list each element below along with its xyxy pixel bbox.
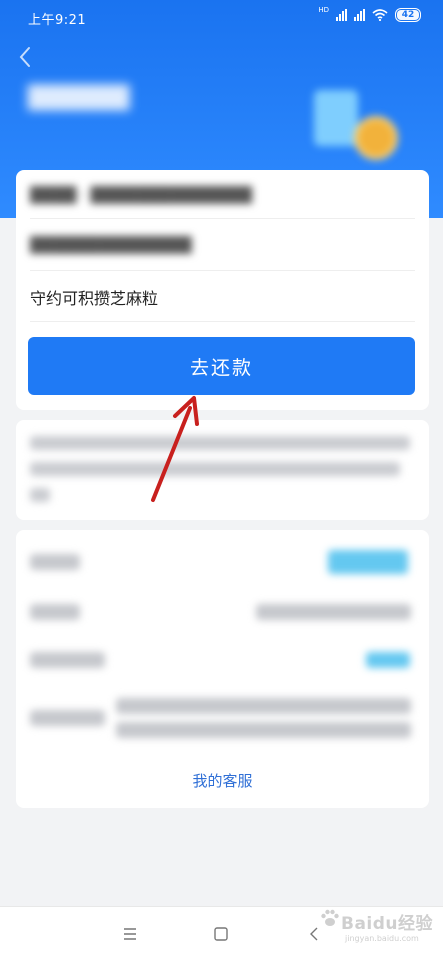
- details-card: 我的客服: [16, 530, 429, 808]
- notice-line: [30, 436, 410, 450]
- notice-card: [16, 420, 429, 520]
- signal-icon-2: [354, 9, 365, 21]
- illustration-card: [314, 90, 358, 146]
- detail-label: [30, 554, 80, 570]
- detail-value: [256, 604, 411, 620]
- paw-icon: [321, 909, 339, 926]
- watermark-text: Baidu经验: [341, 914, 434, 934]
- detail-label: [30, 652, 105, 668]
- notice-line: [30, 462, 400, 476]
- detail-value: [116, 698, 411, 714]
- notice-line: [30, 488, 50, 502]
- divider: [30, 218, 415, 219]
- detail-label: [30, 710, 105, 726]
- detail-label: [30, 604, 80, 620]
- header-illustration: [306, 82, 398, 162]
- customer-service-link[interactable]: 我的客服: [16, 770, 429, 791]
- back-arrow-icon[interactable]: [14, 42, 36, 72]
- detail-value: [116, 722, 411, 738]
- divider: [30, 270, 415, 271]
- wifi-icon: [372, 9, 388, 21]
- repay-button[interactable]: 去还款: [28, 337, 415, 395]
- illustration-coin: [354, 116, 398, 160]
- status-time: 上午9:21: [28, 13, 87, 28]
- status-bar: 上午9:21 HD 42: [0, 0, 443, 34]
- status-icons: HD 42: [318, 5, 421, 22]
- detail-value: [328, 550, 408, 574]
- watermark-url: jingyan.baidu.com: [345, 934, 419, 943]
- hd-network-label: HD: [318, 5, 329, 14]
- annotation-arrow-icon: [151, 396, 199, 502]
- detail-value: [366, 652, 410, 668]
- home-icon[interactable]: [210, 923, 232, 945]
- page-title-blurred: ██████: [28, 86, 130, 111]
- signal-icon: [336, 9, 347, 21]
- promise-text: 守约可积攒芝麻粒: [30, 289, 159, 308]
- battery-level: 42: [401, 10, 415, 20]
- menu-icon[interactable]: [119, 923, 141, 945]
- blurred-row-1: ████ · ██████████████: [30, 186, 252, 204]
- repayment-card: ████ · ██████████████ ██████████████ 守约可…: [16, 170, 429, 410]
- divider: [30, 321, 415, 322]
- baidu-watermark: Baidu经验 jingyan.baidu.com: [317, 905, 437, 951]
- blurred-row-2: ██████████████: [30, 236, 192, 254]
- battery-icon: 42: [395, 8, 421, 22]
